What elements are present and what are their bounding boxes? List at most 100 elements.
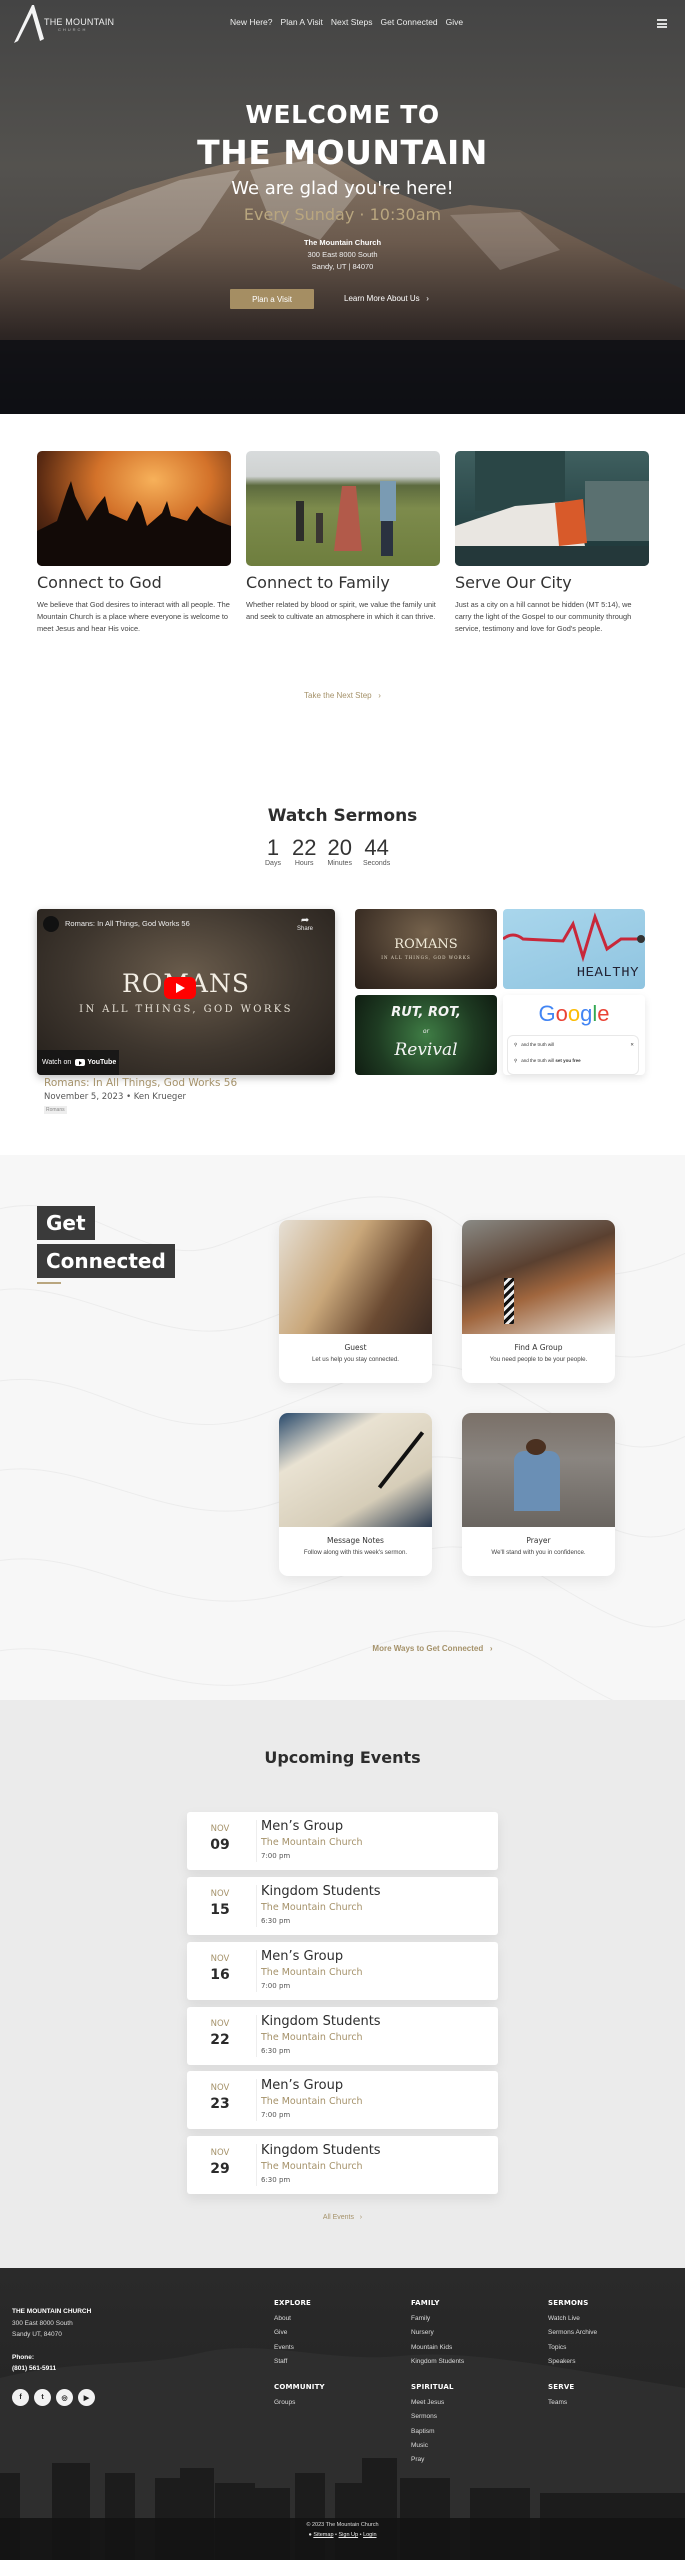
footer-link-baptism[interactable]: Baptism — [411, 2425, 454, 2439]
share-button[interactable]: ➦ Share — [297, 915, 313, 932]
hero-address-line1: 300 East 8000 South — [307, 250, 378, 259]
chevron-right-icon: › — [485, 1644, 493, 1653]
take-next-step-link[interactable]: Take the Next Step › — [0, 691, 685, 700]
video-title[interactable]: Romans: In All Things, God Works 56 — [65, 919, 190, 928]
hero-church-name: The Mountain Church — [303, 238, 382, 247]
play-icon[interactable] — [164, 977, 196, 999]
facebook-icon[interactable]: f — [12, 2389, 29, 2406]
nav-get-connected[interactable]: Get Connected — [380, 17, 437, 27]
event-item[interactable]: NOV 22 Kingdom Students The Mountain Chu… — [187, 2007, 498, 2065]
footer-phone[interactable]: (801) 561-5911 — [12, 2365, 56, 2372]
serve-city-title: Serve Our City — [455, 573, 572, 592]
hamburger-icon[interactable] — [657, 19, 667, 28]
footer-link-watch-live[interactable]: Watch Live — [548, 2312, 597, 2326]
group-image — [462, 1220, 615, 1334]
get-connected-title-line1: Get — [37, 1206, 95, 1240]
footer-link-about[interactable]: About — [274, 2312, 311, 2326]
footer-church-name: THE MOUNTAIN CHURCH — [12, 2308, 92, 2315]
footer-link-sermons[interactable]: Sermons — [411, 2410, 454, 2424]
footer-link-staff[interactable]: Staff — [274, 2355, 311, 2369]
footer-link-topics[interactable]: Topics — [548, 2341, 597, 2355]
connect-card-god: Connect to God We believe that God desir… — [37, 451, 231, 635]
footer-link-events[interactable]: Events — [274, 2341, 311, 2355]
search-icon: ⚲ — [514, 1058, 518, 1063]
globe-icon: ● — [308, 2532, 312, 2538]
hero-address: The Mountain Church 300 East 8000 South … — [0, 237, 685, 273]
hero-address-line2: Sandy, UT | 84070 — [311, 262, 374, 271]
logo-subtext: CHURCH — [58, 27, 88, 32]
footer-link-speakers[interactable]: Speakers — [548, 2355, 597, 2369]
footer-col-community: COMMUNITY Groups — [274, 2383, 325, 2410]
event-item[interactable]: NOV 23 Men’s Group The Mountain Church 7… — [187, 2071, 498, 2129]
event-item[interactable]: NOV 29 Kingdom Students The Mountain Chu… — [187, 2136, 498, 2194]
learn-more-link[interactable]: Learn More About Us › — [344, 294, 429, 303]
footer-col-serve: SERVE Teams — [548, 2383, 574, 2410]
featured-sermon-title[interactable]: Romans: In All Things, God Works 56 — [44, 1077, 237, 1089]
countdown-seconds: 44 Seconds — [362, 835, 391, 868]
search-icon: ⚲ — [514, 1042, 518, 1047]
plan-visit-button[interactable]: Plan a Visit — [230, 289, 314, 309]
share-icon: ➦ — [300, 915, 310, 926]
notes-image — [279, 1413, 432, 1527]
connect-family-title: Connect to Family — [246, 573, 390, 592]
event-item[interactable]: NOV 15 Kingdom Students The Mountain Chu… — [187, 1877, 498, 1935]
footer-link-pray[interactable]: Pray — [411, 2453, 454, 2467]
footer-link-teams[interactable]: Teams — [548, 2396, 574, 2410]
footer-link-family[interactable]: Family — [411, 2312, 464, 2326]
countdown-timer: 1 Days 22 Hours 20 Minutes 44 Seconds — [265, 835, 391, 868]
chevron-right-icon: › — [421, 294, 429, 303]
title-underline — [37, 1282, 61, 1284]
connect-family-text: Whether related by blood or spirit, we v… — [246, 600, 436, 621]
family-image — [246, 451, 440, 566]
event-item[interactable]: NOV 09 Men’s Group The Mountain Church 7… — [187, 1812, 498, 1870]
more-ways-link[interactable]: More Ways to Get Connected › — [0, 1644, 685, 1653]
nav-new-here[interactable]: New Here? — [230, 17, 273, 27]
card-find-group[interactable]: Find A Group You need people to be your … — [462, 1220, 615, 1383]
footer-link-meet-jesus[interactable]: Meet Jesus — [411, 2396, 454, 2410]
sermon-tag[interactable]: Romans — [44, 1106, 67, 1114]
instagram-icon[interactable]: ◎ — [56, 2389, 73, 2406]
footer-col-family: FAMILY Family Nursery Mountain Kids King… — [411, 2299, 464, 2369]
sermon-thumb-romans[interactable]: ROMANS IN ALL THINGS, GOD WORKS — [355, 909, 497, 989]
hero-title: THE MOUNTAIN — [197, 133, 488, 172]
watch-on-youtube-button[interactable]: Watch on YouTube — [37, 1050, 119, 1075]
footer-link-groups[interactable]: Groups — [274, 2396, 325, 2410]
sign-up-link[interactable]: Sign Up — [339, 2532, 359, 2538]
footer-link-give[interactable]: Give — [274, 2326, 311, 2340]
nav-give[interactable]: Give — [446, 17, 463, 27]
card-guest[interactable]: Guest Let us help you stay connected. — [279, 1220, 432, 1383]
footer-link-kingdom-students[interactable]: Kingdom Students — [411, 2355, 464, 2369]
footer-link-mountain-kids[interactable]: Mountain Kids — [411, 2341, 464, 2355]
all-events-link[interactable]: All Events › — [0, 2214, 685, 2221]
connect-card-city: Serve Our City Just as a city on a hill … — [455, 451, 649, 635]
footer-link-sermons-archive[interactable]: Sermons Archive — [548, 2326, 597, 2340]
hero-section: THE MOUNTAIN CHURCH New Here? Plan A Vis… — [0, 0, 685, 414]
city-train-image — [455, 451, 649, 566]
serve-city-text: Just as a city on a hill cannot be hidde… — [455, 600, 632, 633]
channel-avatar[interactable] — [43, 916, 59, 932]
sermon-video-player[interactable]: Romans: In All Things, God Works 56 ➦ Sh… — [37, 909, 335, 1075]
card-message-notes[interactable]: Message Notes Follow along with this wee… — [279, 1413, 432, 1576]
footer-legal-links: ● Sitemap • Sign Up • Login — [308, 2532, 377, 2538]
hero-subtitle: We are glad you're here! — [231, 178, 454, 199]
nav-plan-visit[interactable]: Plan A Visit — [281, 17, 323, 27]
footer-col-explore: EXPLORE About Give Events Staff — [274, 2299, 311, 2369]
nav-next-steps[interactable]: Next Steps — [331, 17, 373, 27]
login-link[interactable]: Login — [363, 2532, 376, 2538]
footer-link-nursery[interactable]: Nursery — [411, 2326, 464, 2340]
sitemap-link[interactable]: Sitemap — [313, 2532, 333, 2538]
logo-text[interactable]: THE MOUNTAIN — [44, 17, 114, 27]
footer-col-sermons: SERMONS Watch Live Sermons Archive Topic… — [548, 2299, 597, 2369]
twitter-icon[interactable]: t — [34, 2389, 51, 2406]
sermon-thumb-rut-rot-revival[interactable]: RUT, ROT, or Revival — [355, 995, 497, 1075]
countdown-hours: 22 Hours — [291, 835, 317, 868]
sermon-thumb-google[interactable]: Google ⚲ and the truth will ✕ ⚲ and the … — [503, 995, 645, 1075]
sermon-thumb-healthy[interactable]: HEALTHY — [503, 909, 645, 989]
event-item[interactable]: NOV 16 Men’s Group The Mountain Church 7… — [187, 1942, 498, 2000]
footer-link-music[interactable]: Music — [411, 2439, 454, 2453]
footer-phone-label: Phone: — [12, 2354, 35, 2361]
youtube-icon[interactable]: ▶ — [78, 2389, 95, 2406]
card-prayer[interactable]: Prayer We'll stand with you in confidenc… — [462, 1413, 615, 1576]
prayer-image — [462, 1413, 615, 1527]
connect-god-title: Connect to God — [37, 573, 162, 592]
